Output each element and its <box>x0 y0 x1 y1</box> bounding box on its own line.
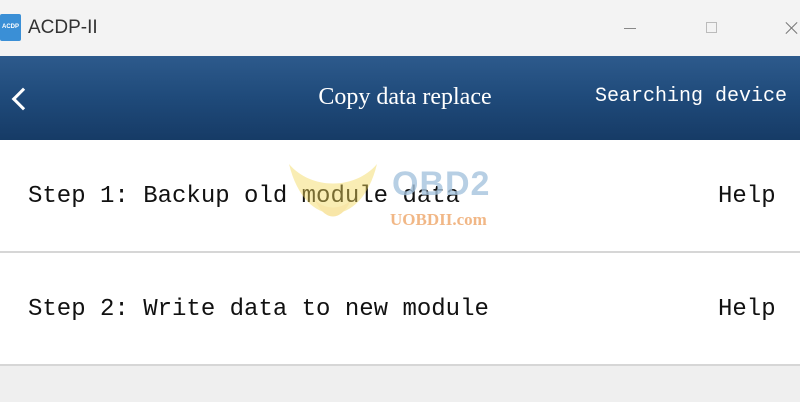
maximize-button[interactable] <box>702 18 722 38</box>
back-icon[interactable] <box>4 78 34 118</box>
step-label: Step 2: Write data to new module <box>28 296 489 323</box>
page-header: Copy data replace Searching device <box>0 56 800 140</box>
step-label: Step 1: Backup old module data <box>28 183 461 210</box>
app-title: ACDP-II <box>28 17 98 38</box>
page-title: Copy data replace <box>318 84 492 110</box>
step-row-backup[interactable]: Step 1: Backup old module data Help <box>0 140 800 253</box>
minimize-button[interactable] <box>620 18 640 38</box>
app-window: ACDP ACDP-II Copy data replace Searching… <box>0 0 800 402</box>
app-logo-icon: ACDP <box>0 14 21 41</box>
steps-list: Step 1: Backup old module data Help Step… <box>0 140 800 366</box>
help-button[interactable]: Help <box>718 182 776 212</box>
close-button[interactable] <box>782 18 800 38</box>
footer-bar <box>0 366 800 402</box>
help-button[interactable]: Help <box>718 295 776 325</box>
device-status: Searching device <box>595 85 788 108</box>
step-row-write[interactable]: Step 2: Write data to new module Help <box>0 253 800 366</box>
title-bar: ACDP ACDP-II <box>0 0 800 56</box>
